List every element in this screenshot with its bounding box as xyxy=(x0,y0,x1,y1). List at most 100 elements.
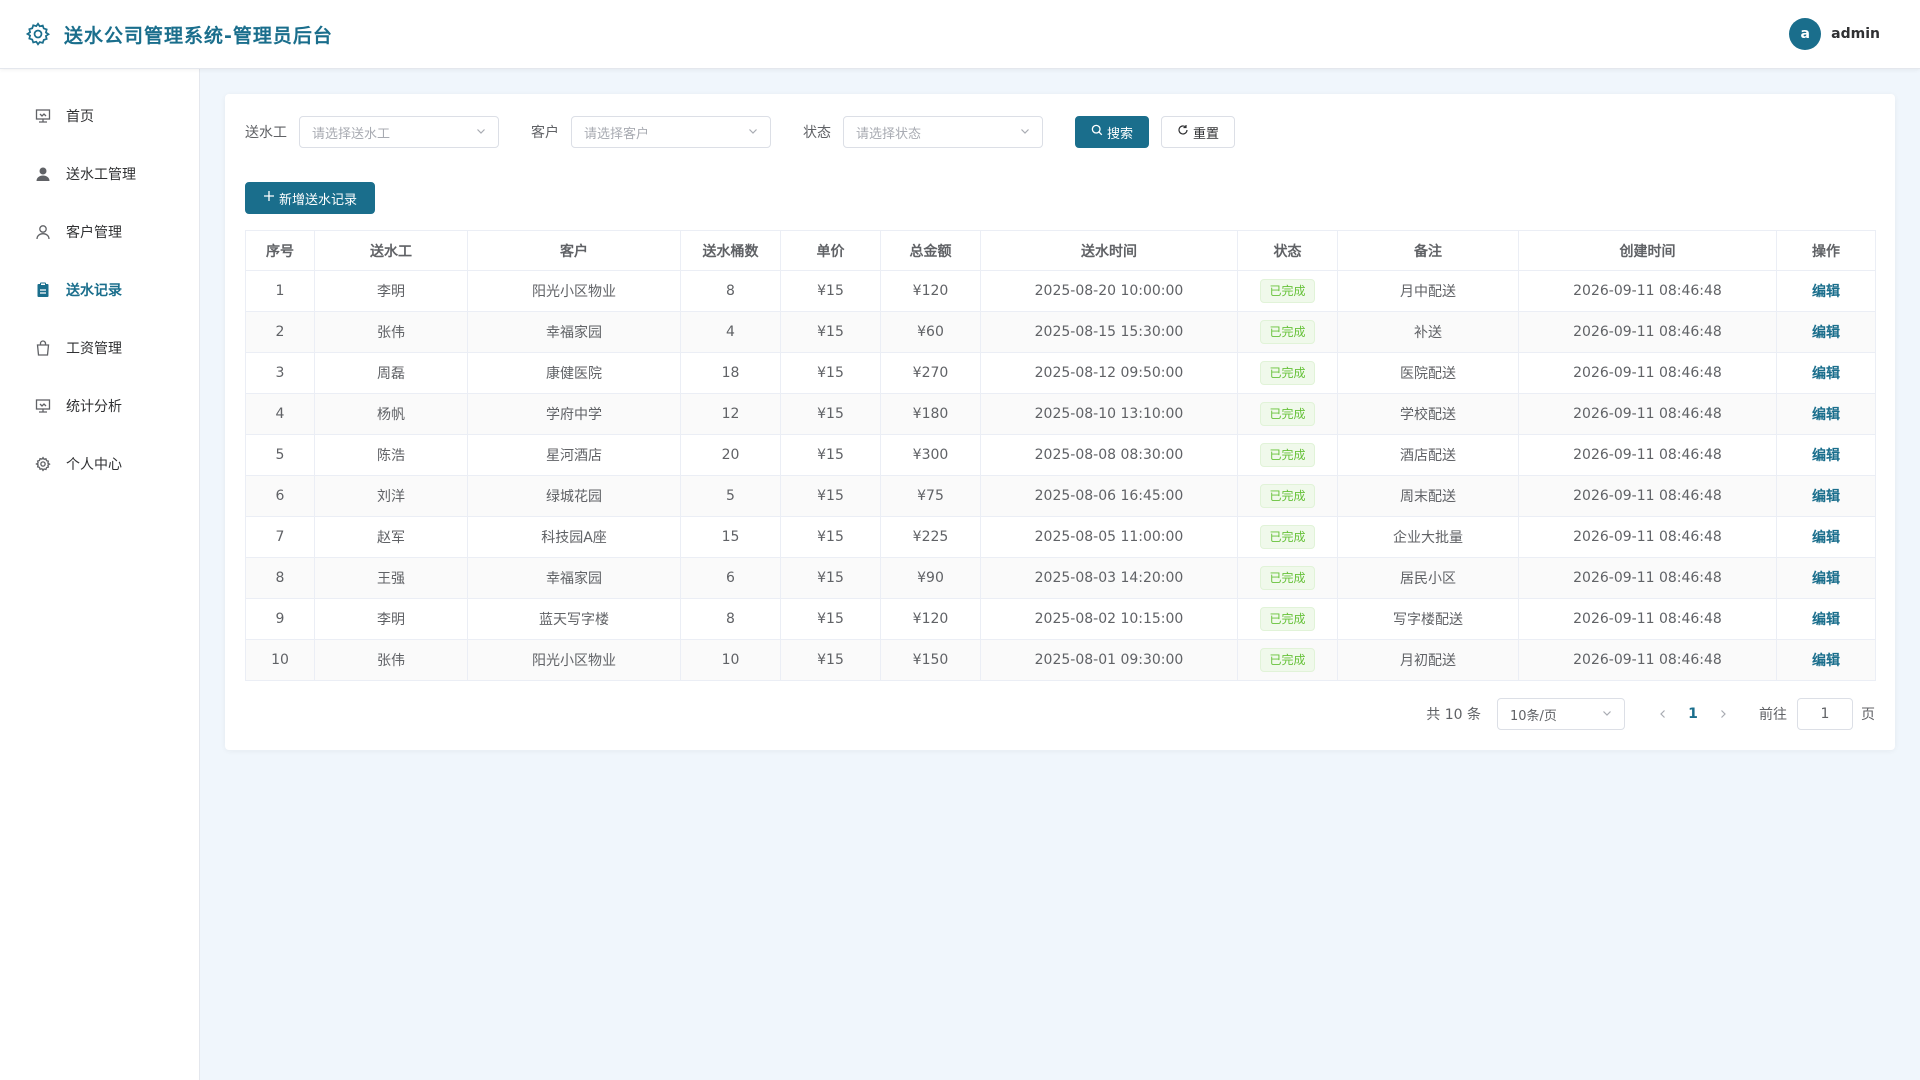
table-cell: 编辑 xyxy=(1776,393,1876,435)
table-cell: 12 xyxy=(680,393,781,435)
table-cell: ¥90 xyxy=(880,557,981,599)
table-cell: 赵军 xyxy=(314,516,468,558)
table-cell: 2025-08-03 14:20:00 xyxy=(980,557,1238,599)
column-header: 送水时间 xyxy=(980,230,1238,271)
sidebar-item-label: 统计分析 xyxy=(66,399,122,415)
table-cell: 2025-08-01 09:30:00 xyxy=(980,639,1238,681)
records-card: 送水工 请选择送水工 客户 请选择客户 状态 请选择状态 搜索 重置 新增送水记… xyxy=(225,94,1895,750)
table-header-row: 序号 送水工 客户 送水桶数 单价 总金额 送水时间 状态 备注 创建时间 操作 xyxy=(245,230,1876,271)
column-header: 总金额 xyxy=(880,230,981,271)
table-cell: ¥15 xyxy=(780,311,881,353)
table-cell: 8 xyxy=(245,557,315,599)
sidebar-item-delivery-records[interactable]: 送水记录 xyxy=(0,261,199,319)
edit-link[interactable]: 编辑 xyxy=(1812,612,1840,628)
edit-link[interactable]: 编辑 xyxy=(1812,530,1840,546)
table-cell: 编辑 xyxy=(1776,639,1876,681)
chevron-left-icon xyxy=(1660,710,1665,718)
avatar[interactable]: a xyxy=(1789,18,1822,50)
table-cell: ¥180 xyxy=(880,393,981,435)
reset-button[interactable]: 重置 xyxy=(1161,116,1235,148)
page-size-select[interactable]: 10条/页 xyxy=(1497,698,1625,730)
column-header: 送水桶数 xyxy=(680,230,781,271)
top-header: 送水公司管理系统-管理员后台 a admin xyxy=(0,0,1920,69)
edit-link[interactable]: 编辑 xyxy=(1812,653,1840,669)
next-page-button[interactable] xyxy=(1709,700,1737,728)
username[interactable]: admin xyxy=(1831,26,1880,42)
edit-link[interactable]: 编辑 xyxy=(1812,489,1840,505)
prev-page-button[interactable] xyxy=(1649,700,1677,728)
table-cell: 张伟 xyxy=(314,311,468,353)
status-badge: 已完成 xyxy=(1260,648,1315,672)
table-cell: 学府中学 xyxy=(467,393,681,435)
table-cell: ¥15 xyxy=(780,270,881,312)
table-row: 9 李明 蓝天写字楼 8 ¥15 ¥120 2025-08-02 10:15:00 已完成 写字… xyxy=(245,598,1876,640)
table-cell: 2025-08-08 08:30:00 xyxy=(980,434,1238,476)
table-cell: ¥15 xyxy=(780,434,881,476)
user-menu[interactable]: a admin xyxy=(1789,18,1880,50)
sidebar-item-salary[interactable]: 工资管理 xyxy=(0,319,199,377)
column-header: 送水工 xyxy=(314,230,468,271)
sidebar-item-statistics[interactable]: 统计分析 xyxy=(0,377,199,435)
table-cell: ¥15 xyxy=(780,516,881,558)
table-cell: 幸福家园 xyxy=(467,557,681,599)
table-cell: 2025-08-02 10:15:00 xyxy=(980,598,1238,640)
table-cell: 2025-08-06 16:45:00 xyxy=(980,475,1238,517)
sidebar-item-profile[interactable]: 个人中心 xyxy=(0,435,199,493)
records-table: 序号 送水工 客户 送水桶数 单价 总金额 送水时间 状态 备注 创建时间 操作 1 李明 阳光小区物业… xyxy=(245,230,1876,681)
edit-link[interactable]: 编辑 xyxy=(1812,407,1840,423)
table-cell: 2026-09-11 08:46:48 xyxy=(1518,434,1777,476)
status-badge: 已完成 xyxy=(1260,320,1315,344)
table-cell: 编辑 xyxy=(1776,475,1876,517)
table-cell: 编辑 xyxy=(1776,270,1876,312)
table-cell: 20 xyxy=(680,434,781,476)
pagination: 共 10 条 10条/页 1 前往 1 页 xyxy=(1426,698,1875,730)
search-button[interactable]: 搜索 xyxy=(1075,116,1149,148)
table-cell: ¥15 xyxy=(780,639,881,681)
sidebar-item-label: 送水记录 xyxy=(66,283,122,299)
user-filled-icon xyxy=(34,165,52,183)
sidebar-item-customers[interactable]: 客户管理 xyxy=(0,203,199,261)
edit-link[interactable]: 编辑 xyxy=(1812,284,1840,300)
column-header: 备注 xyxy=(1337,230,1519,271)
sidebar-item-home[interactable]: 首页 xyxy=(0,87,199,145)
table-cell: 居民小区 xyxy=(1337,557,1519,599)
table-cell: 已完成 xyxy=(1237,352,1338,394)
sidebar-item-workers[interactable]: 送水工管理 xyxy=(0,145,199,203)
brand: 送水公司管理系统-管理员后台 xyxy=(24,20,333,48)
dashboard-icon xyxy=(34,107,52,125)
table-cell: ¥15 xyxy=(780,393,881,435)
edit-link[interactable]: 编辑 xyxy=(1812,325,1840,341)
page-number-current[interactable]: 1 xyxy=(1677,706,1709,722)
status-filter-label: 状态 xyxy=(803,125,831,141)
table-cell: 编辑 xyxy=(1776,557,1876,599)
table-cell: 已完成 xyxy=(1237,557,1338,599)
table-cell: 4 xyxy=(245,393,315,435)
column-header: 操作 xyxy=(1776,230,1876,271)
status-badge: 已完成 xyxy=(1260,361,1315,385)
worker-select[interactable]: 请选择送水工 xyxy=(299,116,499,148)
goto-label: 前往 xyxy=(1759,707,1787,723)
edit-link[interactable]: 编辑 xyxy=(1812,366,1840,382)
table-cell: 9 xyxy=(245,598,315,640)
status-badge: 已完成 xyxy=(1260,566,1315,590)
table-cell: ¥120 xyxy=(880,598,981,640)
column-header: 单价 xyxy=(780,230,881,271)
table-cell: 2026-09-11 08:46:48 xyxy=(1518,598,1777,640)
status-badge: 已完成 xyxy=(1260,484,1315,508)
add-record-button[interactable]: 新增送水记录 xyxy=(245,182,375,214)
table-cell: 6 xyxy=(245,475,315,517)
page-suffix: 页 xyxy=(1861,707,1875,723)
reset-button-label: 重置 xyxy=(1192,126,1219,142)
table-cell: 1 xyxy=(245,270,315,312)
customer-select[interactable]: 请选择客户 xyxy=(571,116,771,148)
page-size-value: 10条/页 xyxy=(1510,708,1557,724)
column-header: 状态 xyxy=(1237,230,1338,271)
table-cell: 张伟 xyxy=(314,639,468,681)
goto-page-input[interactable]: 1 xyxy=(1797,698,1853,730)
edit-link[interactable]: 编辑 xyxy=(1812,448,1840,464)
table-cell: ¥15 xyxy=(780,598,881,640)
user-icon xyxy=(34,223,52,241)
edit-link[interactable]: 编辑 xyxy=(1812,571,1840,587)
status-select[interactable]: 请选择状态 xyxy=(843,116,1043,148)
chevron-down-icon xyxy=(476,125,486,140)
